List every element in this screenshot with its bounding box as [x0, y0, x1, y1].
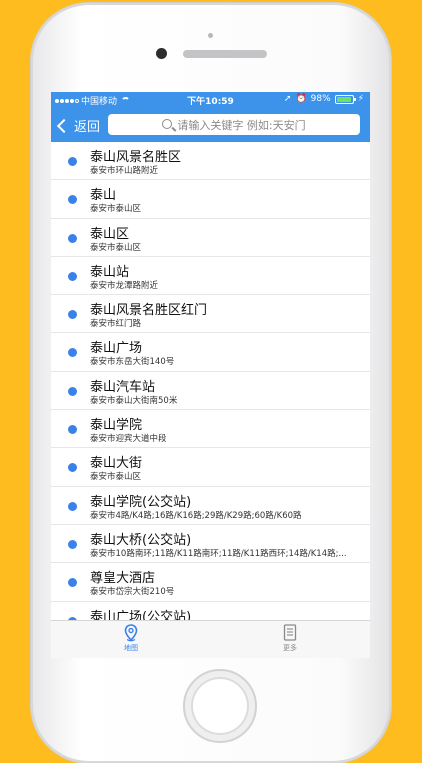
- result-item[interactable]: 泰山汽车站 泰安市泰山大街南50米: [51, 372, 370, 411]
- tab-more[interactable]: 更多: [250, 624, 330, 653]
- location-dot-icon: [68, 195, 77, 205]
- result-address: 泰安市环山路附近: [90, 166, 159, 176]
- result-item[interactable]: 泰山大桥(公交站) 泰安市10路南环;11路/K11路南环;11路/K11路西环…: [51, 525, 370, 564]
- location-dot-icon: [68, 501, 77, 511]
- result-name: 泰山风景名胜区: [90, 150, 182, 165]
- status-bar: 中国移动 下午10:59 ➚ ⏰ 98% ⚡: [51, 92, 370, 108]
- tab-bar: 地图 更多: [51, 620, 370, 658]
- location-dot-icon: [68, 310, 77, 320]
- nav-bar: 返回 请输入关键字 例如:天安门: [51, 108, 370, 142]
- chevron-left-icon: [56, 118, 72, 134]
- result-name: 泰山大桥(公交站): [90, 532, 192, 548]
- result-item[interactable]: 泰山区 泰安市泰山区: [51, 219, 370, 257]
- result-address: 泰安市迎宾大道中段: [90, 434, 167, 445]
- proximity-sensor: [208, 33, 213, 38]
- location-dot-icon: [68, 271, 77, 281]
- earpiece-speaker: [183, 50, 267, 58]
- tab-more-label: 更多: [283, 644, 297, 652]
- result-name: 泰山风景名胜区红门: [90, 303, 208, 319]
- result-address: 泰安市红门路: [90, 319, 142, 330]
- result-address: 泰安市10路南环;11路/K11路南环;11路/K11路西环;14路/K14路;…: [90, 548, 347, 559]
- location-dot-icon: [68, 578, 77, 588]
- search-results-list[interactable]: 泰山风景名胜区 泰安市环山路附近 泰山 泰安市泰山区 泰山区 泰安市泰山区 泰山…: [51, 142, 370, 620]
- result-item[interactable]: 泰山风景名胜区 泰安市环山路附近: [51, 142, 370, 181]
- charging-icon: ⚡: [357, 94, 364, 104]
- result-address: 泰安市东岳大街140号: [90, 357, 175, 368]
- location-dot-icon: [68, 463, 77, 473]
- back-label: 返回: [74, 120, 101, 135]
- back-button[interactable]: 返回: [56, 116, 101, 135]
- result-item[interactable]: 泰山风景名胜区红门 泰安市红门路: [51, 295, 370, 334]
- result-address: 泰安市岱宗大街210号: [90, 587, 175, 598]
- location-dot-icon: [68, 233, 77, 243]
- result-item[interactable]: 泰山学院(公交站) 泰安市4路/K4路;16路/K16路;29路/K29路;60…: [51, 487, 370, 525]
- tab-map-label: 地图: [124, 644, 138, 652]
- result-name: 泰山学院: [90, 418, 143, 434]
- map-pin-icon: [124, 624, 138, 642]
- result-name: 泰山汽车站: [90, 379, 156, 395]
- location-dot-icon: [68, 348, 77, 358]
- result-address: 泰安市泰山区: [90, 204, 142, 215]
- location-dot-icon: [68, 425, 77, 435]
- search-placeholder: 请输入关键字 例如:天安门: [177, 118, 306, 132]
- result-name: 泰山站: [90, 264, 130, 280]
- home-button[interactable]: [183, 669, 257, 743]
- result-name: 尊皇大酒店: [90, 571, 156, 587]
- battery-percent: 98%: [310, 94, 331, 104]
- result-name: 泰山广场(公交站): [90, 609, 192, 620]
- battery-icon: [334, 94, 356, 104]
- app-screen: 中国移动 下午10:59 ➚ ⏰ 98% ⚡ 返回 请输入关键字 例如:天安门 …: [51, 92, 370, 658]
- result-address: 泰安市泰山区: [90, 242, 142, 253]
- search-input[interactable]: 请输入关键字 例如:天安门: [108, 114, 360, 135]
- result-item[interactable]: 泰山广场(公交站): [51, 602, 370, 620]
- tab-map[interactable]: 地图: [91, 624, 171, 653]
- result-item[interactable]: 泰山学院 泰安市迎宾大道中段: [51, 410, 370, 449]
- result-name: 泰山广场: [90, 341, 143, 357]
- result-name: 泰山大街: [90, 456, 143, 472]
- result-item[interactable]: 尊皇大酒店 泰安市岱宗大街210号: [51, 563, 370, 602]
- location-dot-icon: [68, 539, 77, 549]
- result-address: 泰安市泰山大街南50米: [90, 395, 178, 406]
- result-item[interactable]: 泰山广场 泰安市东岳大街140号: [51, 333, 370, 372]
- location-dot-icon: [68, 157, 77, 166]
- result-address: 泰安市4路/K4路;16路/K16路;29路/K29路;60路/K60路: [90, 510, 302, 521]
- result-name: 泰山学院(公交站): [90, 494, 192, 510]
- result-address: 泰安市泰山区: [90, 472, 142, 483]
- alarm-icon: ⏰: [295, 94, 307, 104]
- result-address: 泰安市龙潭路附近: [90, 280, 159, 291]
- document-list-icon: [283, 624, 297, 641]
- search-icon: [162, 118, 173, 129]
- result-name: 泰山区: [90, 226, 130, 242]
- result-item[interactable]: 泰山站 泰安市龙潭路附近: [51, 257, 370, 296]
- result-item[interactable]: 泰山大街 泰安市泰山区: [51, 448, 370, 487]
- location-dot-icon: [68, 386, 77, 396]
- front-camera: [156, 48, 167, 59]
- result-name: 泰山: [90, 188, 117, 204]
- location-arrow-icon: ➚: [283, 94, 292, 104]
- result-item[interactable]: 泰山 泰安市泰山区: [51, 180, 370, 219]
